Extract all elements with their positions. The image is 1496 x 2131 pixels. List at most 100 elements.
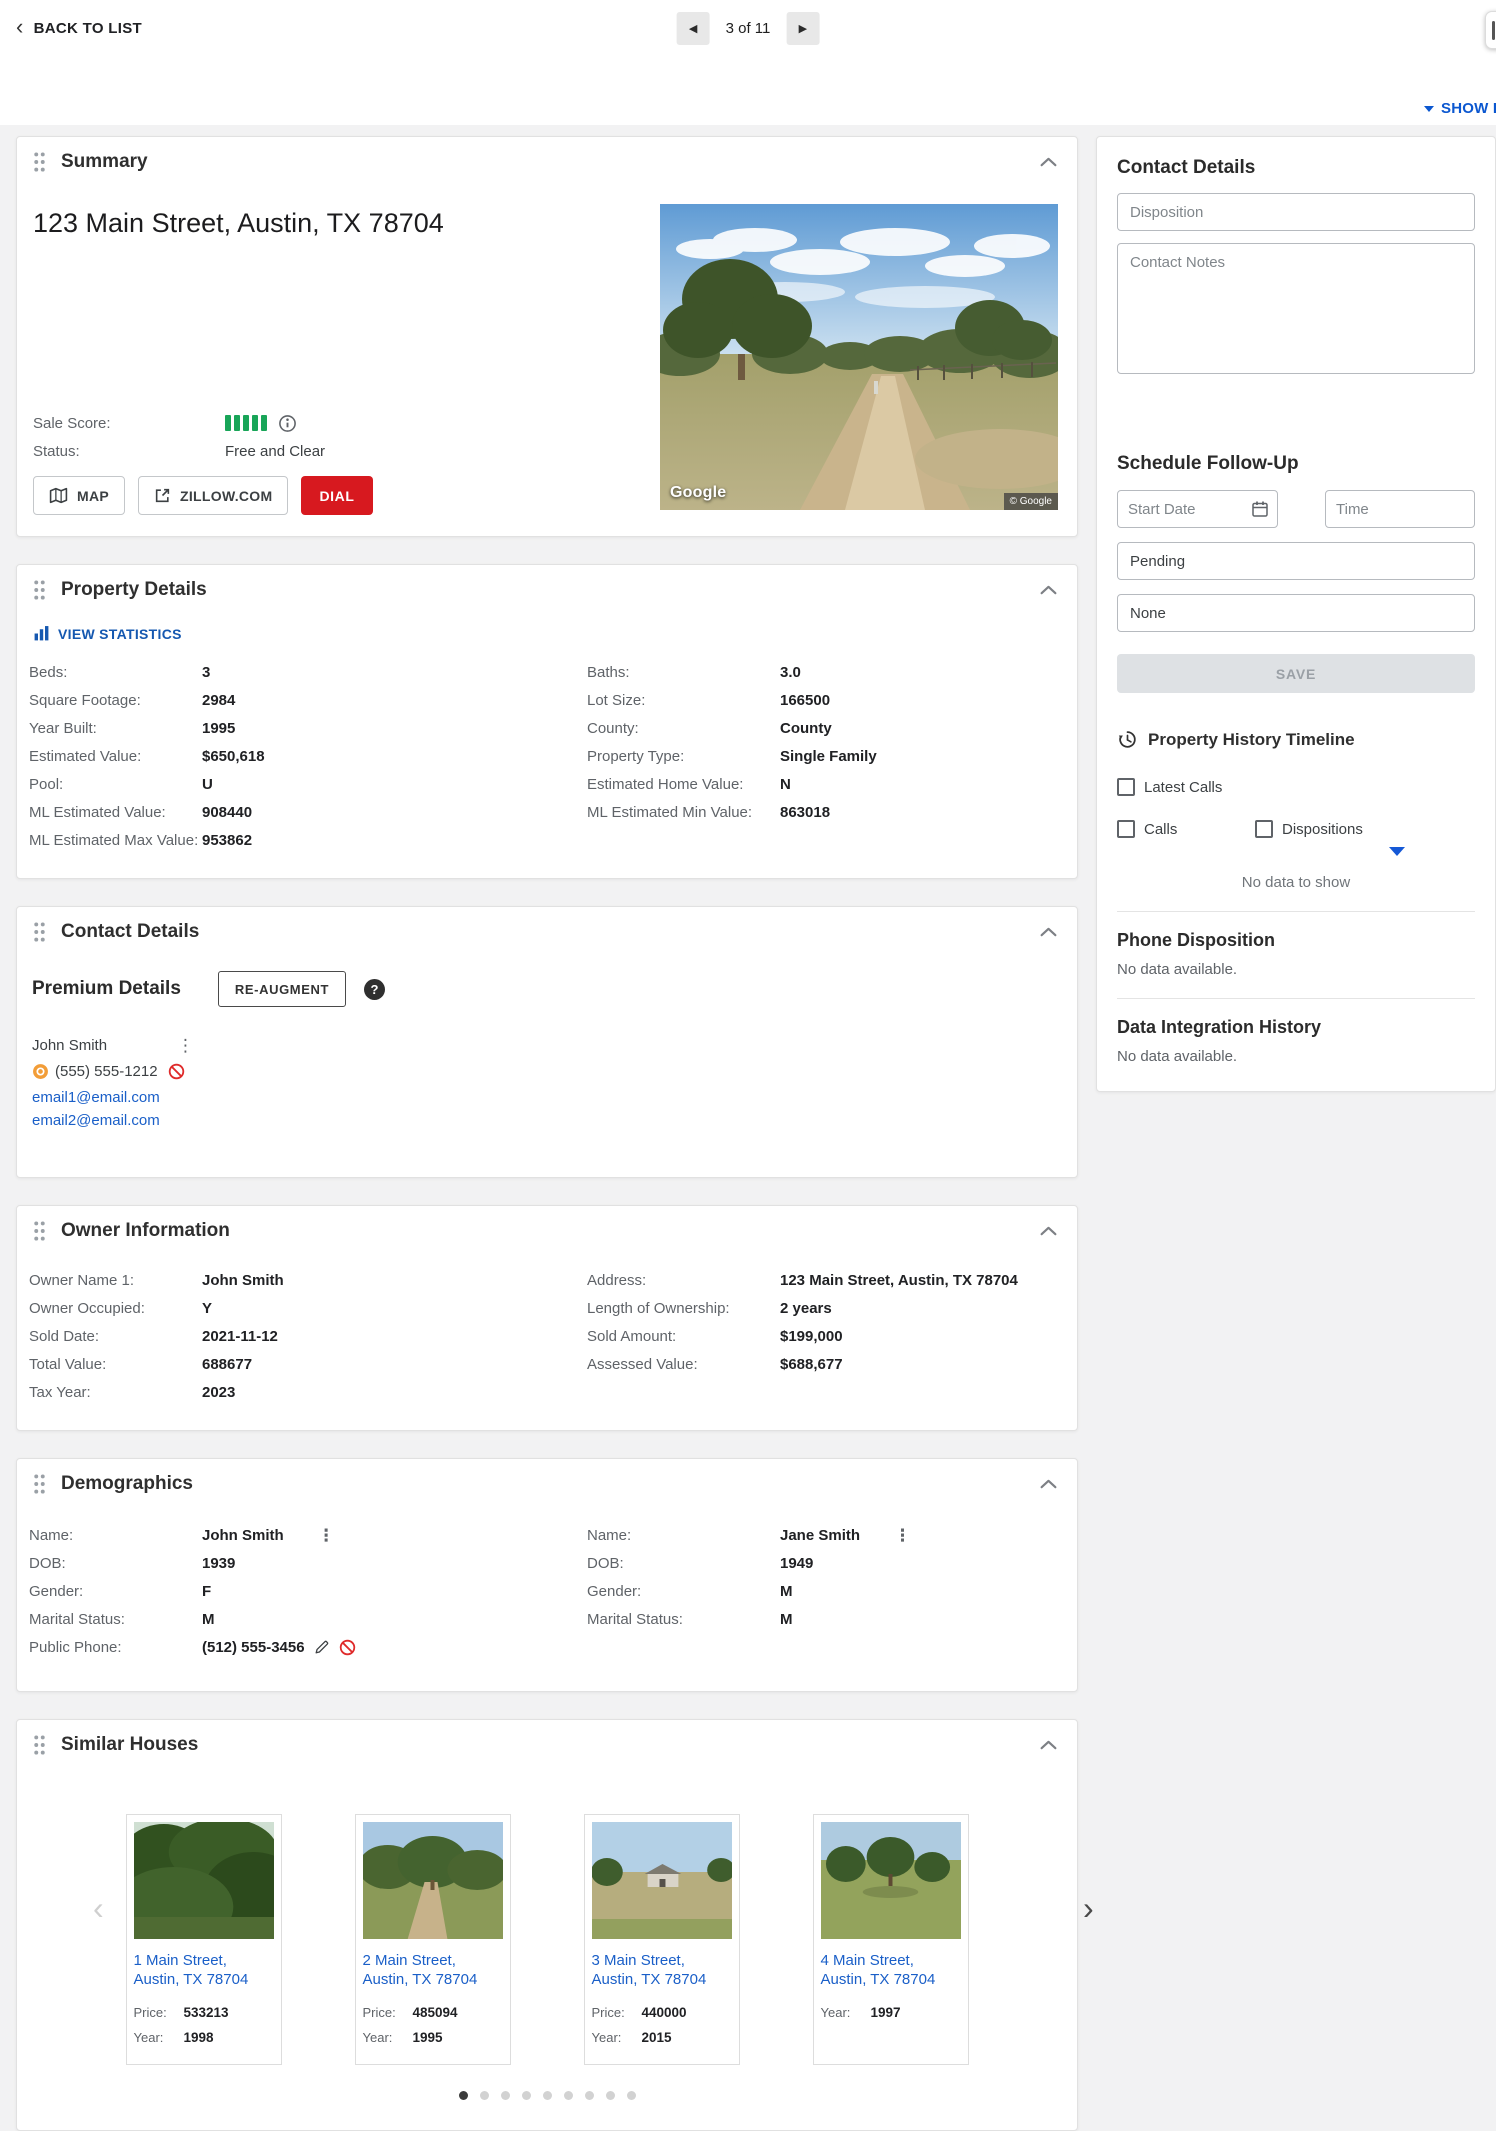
map-icon bbox=[49, 486, 68, 505]
contact-notes-textarea[interactable] bbox=[1117, 243, 1475, 374]
similar-house-card-4[interactable]: 4 Main Street, Austin, TX 78704 Year:199… bbox=[813, 1814, 969, 2065]
show-panel-link[interactable]: SHOW PANEL bbox=[1424, 100, 1496, 117]
carousel-previous-icon[interactable]: ‹ bbox=[93, 1892, 104, 1924]
collapse-chevron-icon[interactable] bbox=[1040, 585, 1057, 595]
house-address-link[interactable]: 4 Main Street, Austin, TX 78704 bbox=[821, 1951, 961, 1989]
field-row: Gender: F Gender: M bbox=[29, 1577, 1061, 1605]
person2-name: Jane Smith bbox=[780, 1527, 860, 1544]
street-view-image: Google © Google bbox=[660, 204, 1058, 510]
collapse-chevron-icon[interactable] bbox=[1040, 1740, 1057, 1750]
view-statistics-link[interactable]: VIEW STATISTICS bbox=[33, 625, 1061, 642]
field-row: ML Estimated Value: 908440 ML Estimated … bbox=[29, 798, 1061, 826]
field-row: Marital Status: M Marital Status: M bbox=[29, 1605, 1061, 1633]
google-copyright: © Google bbox=[1004, 493, 1058, 510]
calls-checkbox[interactable]: Calls bbox=[1117, 820, 1255, 838]
previous-record-button[interactable]: ◀ bbox=[677, 12, 710, 45]
collapse-chevron-icon[interactable] bbox=[1040, 1226, 1057, 1236]
timeline-empty-text: No data to show bbox=[1117, 874, 1475, 891]
block-number-icon[interactable] bbox=[339, 1639, 356, 1656]
person1-name: John Smith bbox=[202, 1527, 284, 1544]
map-button[interactable]: MAP bbox=[33, 476, 125, 515]
drag-handle-icon[interactable] bbox=[33, 1734, 46, 1756]
help-icon[interactable]: ? bbox=[364, 979, 385, 1000]
summary-title: Summary bbox=[61, 151, 148, 173]
checkbox-icon[interactable] bbox=[1117, 778, 1135, 796]
latest-calls-checkbox[interactable]: Latest Calls bbox=[1117, 778, 1222, 796]
collapse-chevron-icon[interactable] bbox=[1040, 927, 1057, 937]
carousel-dot[interactable] bbox=[564, 2091, 573, 2100]
similar-house-card-2[interactable]: 2 Main Street, Austin, TX 78704 Price:48… bbox=[355, 1814, 511, 2065]
carousel-dot[interactable] bbox=[543, 2091, 552, 2100]
info-icon[interactable] bbox=[278, 414, 297, 433]
property-details-card: Property Details VIEW STATISTICS Beds: 3… bbox=[16, 564, 1078, 879]
carousel-dot[interactable] bbox=[522, 2091, 531, 2100]
next-record-button[interactable]: ▶ bbox=[786, 12, 819, 45]
back-to-list-button[interactable]: ‹ BACK TO LIST bbox=[16, 0, 142, 57]
disposition-select[interactable]: Disposition bbox=[1117, 193, 1475, 231]
similar-houses-title: Similar Houses bbox=[61, 1734, 198, 1756]
block-number-icon[interactable] bbox=[168, 1063, 185, 1080]
timeline-expand-chevron-icon[interactable] bbox=[1389, 847, 1405, 856]
chevron-down-icon bbox=[1424, 106, 1434, 112]
carousel-next-icon[interactable]: › bbox=[1083, 1892, 1094, 1924]
save-button[interactable]: SAVE bbox=[1117, 654, 1475, 693]
toolbar: ‹ BACK TO LIST ◀ 3 of 11 ▶ bbox=[0, 0, 1496, 57]
field-row: Pool: U Estimated Home Value: N bbox=[29, 770, 1061, 798]
carousel-dot[interactable] bbox=[585, 2091, 594, 2100]
followup-status-select[interactable]: Pending bbox=[1117, 542, 1475, 580]
drag-handle-icon[interactable] bbox=[33, 1220, 46, 1242]
dial-button[interactable]: DIAL bbox=[301, 476, 372, 515]
owner-information-title: Owner Information bbox=[61, 1220, 230, 1242]
drag-handle-icon[interactable] bbox=[33, 921, 46, 943]
contact-email-2[interactable]: email2@email.com bbox=[32, 1110, 1061, 1131]
contact-email-1[interactable]: email1@email.com bbox=[32, 1087, 1061, 1108]
carousel-dot[interactable] bbox=[459, 2091, 468, 2100]
summary-card: Summary 123 Main Street, Austin, TX 7870… bbox=[16, 136, 1078, 537]
carousel-dot[interactable] bbox=[606, 2091, 615, 2100]
demographics-card: Demographics Name: John Smith ⋮ Name: Ja… bbox=[16, 1458, 1078, 1692]
carousel-dot[interactable] bbox=[480, 2091, 489, 2100]
similar-house-card-3[interactable]: 3 Main Street, Austin, TX 78704 Price:44… bbox=[584, 1814, 740, 2065]
collapse-chevron-icon[interactable] bbox=[1040, 1479, 1057, 1489]
reminder-select[interactable]: None bbox=[1117, 594, 1475, 632]
house-address-link[interactable]: 3 Main Street, Austin, TX 78704 bbox=[592, 1951, 732, 1989]
field-row: Owner Occupied: Y Length of Ownership: 2… bbox=[29, 1294, 1061, 1322]
time-input[interactable] bbox=[1325, 490, 1475, 528]
drag-handle-icon[interactable] bbox=[33, 151, 46, 173]
carousel-dot[interactable] bbox=[501, 2091, 510, 2100]
back-to-list-label: BACK TO LIST bbox=[34, 20, 142, 37]
carousel-dot[interactable] bbox=[627, 2091, 636, 2100]
sale-score-indicator bbox=[225, 415, 267, 431]
dispositions-checkbox[interactable]: Dispositions bbox=[1255, 820, 1363, 838]
similar-house-card-1[interactable]: 1 Main Street, Austin, TX 78704 Price:53… bbox=[126, 1814, 282, 2065]
sale-score-label: Sale Score: bbox=[33, 415, 225, 432]
contact-menu-icon[interactable]: ⋮ bbox=[177, 1037, 194, 1054]
panel-toggle-button[interactable] bbox=[1485, 11, 1496, 49]
public-phone-value: (512) 555-3456 bbox=[202, 1639, 305, 1656]
house-address-link[interactable]: 2 Main Street, Austin, TX 78704 bbox=[363, 1951, 503, 1989]
sidebar-contact-details-title: Contact Details bbox=[1117, 157, 1475, 179]
field-row: Total Value: 688677 Assessed Value: $688… bbox=[29, 1350, 1061, 1378]
field-row: Tax Year: 2023 bbox=[29, 1378, 1061, 1406]
person2-menu-icon[interactable]: ⋮ bbox=[894, 1527, 911, 1544]
edit-phone-icon[interactable] bbox=[314, 1639, 330, 1655]
checkbox-icon[interactable] bbox=[1255, 820, 1273, 838]
house-address-link[interactable]: 1 Main Street, Austin, TX 78704 bbox=[134, 1951, 274, 1989]
checkbox-icon[interactable] bbox=[1117, 820, 1135, 838]
calendar-icon[interactable] bbox=[1251, 500, 1269, 518]
property-history-timeline-label: Property History Timeline bbox=[1148, 730, 1355, 750]
field-row: Public Phone: (512) 555-3456 bbox=[29, 1633, 1061, 1661]
status-label: Status: bbox=[33, 443, 225, 460]
field-row: Sold Date: 2021-11-12 Sold Amount: $199,… bbox=[29, 1322, 1061, 1350]
zillow-button[interactable]: ZILLOW.COM bbox=[138, 476, 288, 515]
property-address-heading: 123 Main Street, Austin, TX 78704 bbox=[33, 208, 660, 239]
drag-handle-icon[interactable] bbox=[33, 579, 46, 601]
person1-menu-icon[interactable]: ⋮ bbox=[318, 1527, 335, 1544]
drag-handle-icon[interactable] bbox=[33, 1473, 46, 1495]
field-row: Square Footage: 2984 Lot Size: 166500 bbox=[29, 686, 1061, 714]
re-augment-button[interactable]: RE-AUGMENT bbox=[218, 971, 346, 1007]
field-row: Estimated Value: $650,618 Property Type:… bbox=[29, 742, 1061, 770]
field-row: Beds: 3 Baths: 3.0 bbox=[29, 658, 1061, 686]
history-icon bbox=[1117, 729, 1138, 750]
collapse-chevron-icon[interactable] bbox=[1040, 157, 1057, 167]
